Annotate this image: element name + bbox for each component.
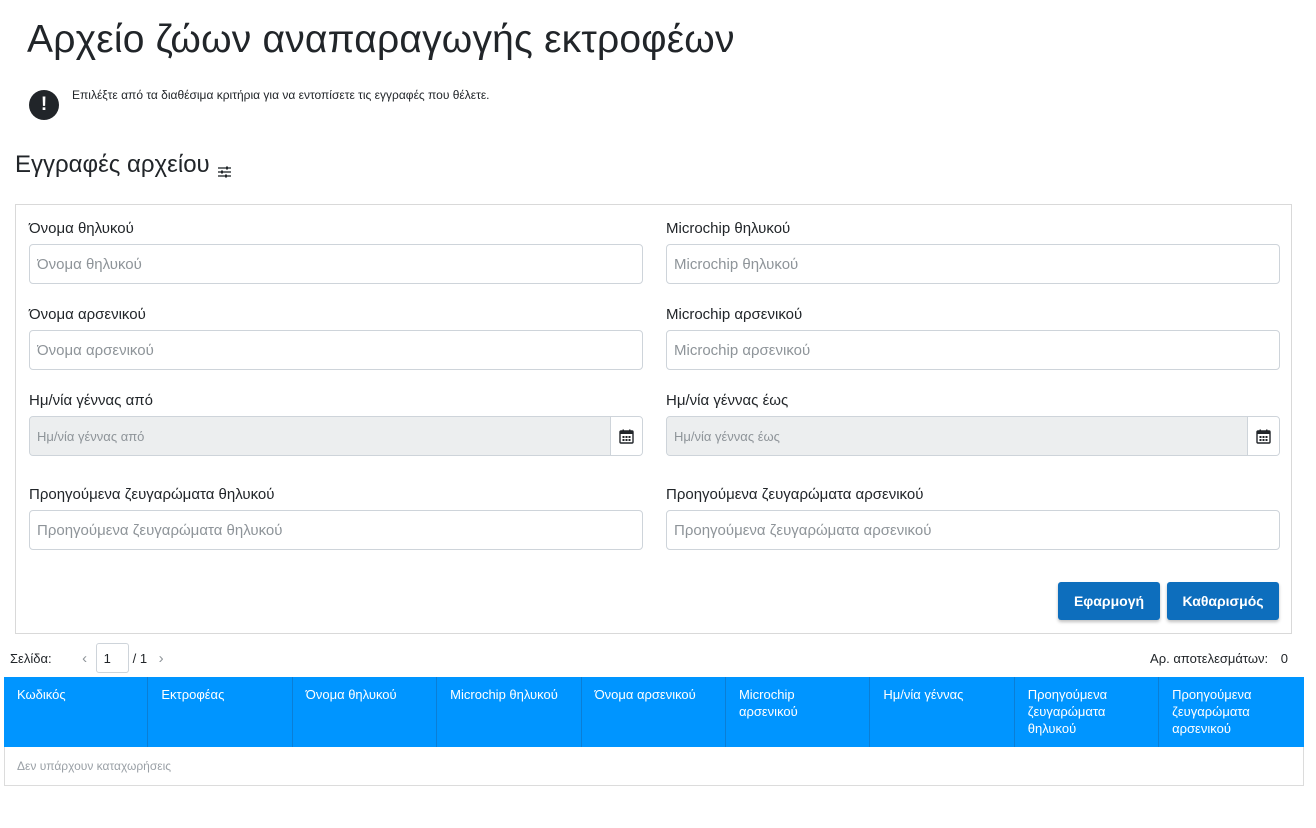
male-name-input[interactable] — [29, 330, 643, 370]
exclamation-icon: ! — [29, 90, 59, 120]
male-microchip-input[interactable] — [666, 330, 1280, 370]
section-title: Εγγραφές αρχείου — [15, 151, 232, 179]
birth-to-label: Ημ/νία γέννας έως — [666, 392, 789, 409]
page-label: Σελίδα: — [10, 650, 52, 666]
notice-text: Επιλέξτε από τα διαθέσιμα κριτήρια για ν… — [72, 88, 490, 102]
column-header-birth-date[interactable]: Ημ/νία γέννας — [870, 677, 1015, 747]
female-name-label: Όνομα θηλυκού — [29, 220, 134, 237]
birth-to-input[interactable] — [667, 417, 1247, 455]
pager: Σελίδα: ‹ / 1 › — [10, 643, 169, 673]
female-microchip-input[interactable] — [666, 244, 1280, 284]
female-prev-matings-input[interactable] — [29, 510, 643, 550]
column-header-code[interactable]: Κωδικός — [4, 677, 149, 747]
results-count: Αρ. αποτελεσμάτων: 0 — [1150, 651, 1288, 666]
calendar-icon[interactable] — [610, 417, 642, 455]
info-notice: ! Επιλέξτε από τα διαθέσιμα κριτήρια για… — [29, 88, 490, 120]
female-microchip-label: Microchip θηλυκού — [666, 220, 791, 237]
column-header-male-prev-matings[interactable]: Προηγούμενα ζευγαρώματα αρσενικού — [1159, 677, 1303, 747]
birth-from-input[interactable] — [30, 417, 610, 455]
column-header-female-prev-matings[interactable]: Προηγούμενα ζευγαρώματα θηλυκού — [1015, 677, 1160, 747]
clear-button[interactable]: Καθαρισμός — [1167, 582, 1279, 620]
results-label: Αρ. αποτελεσμάτων: — [1150, 651, 1269, 666]
column-header-female-microchip[interactable]: Microchip θηλυκού — [437, 677, 582, 747]
female-prev-matings-label: Προηγούμενα ζευγαρώματα θηλυκού — [29, 486, 275, 503]
page-total: / 1 — [132, 650, 148, 666]
calendar-icon[interactable] — [1247, 417, 1279, 455]
column-header-female-name[interactable]: Όνομα θηλυκού — [293, 677, 438, 747]
results-table: Κωδικός Εκτροφέας Όνομα θηλυκού Microchi… — [4, 677, 1304, 786]
male-prev-matings-label: Προηγούμενα ζευγαρώματα αρσενικού — [666, 486, 924, 503]
empty-table-message: Δεν υπάρχουν καταχωρήσεις — [4, 747, 1304, 786]
column-header-male-name[interactable]: Όνομα αρσενικού — [582, 677, 726, 747]
filter-panel: Όνομα θηλυκού Microchip θηλυκού Όνομα αρ… — [15, 204, 1292, 634]
table-header: Κωδικός Εκτροφέας Όνομα θηλυκού Microchi… — [4, 677, 1304, 747]
birth-from-field — [29, 416, 643, 456]
column-header-male-microchip[interactable]: Microchip αρσενικού — [726, 677, 871, 747]
results-value: 0 — [1280, 651, 1288, 666]
male-prev-matings-input[interactable] — [666, 510, 1280, 550]
next-page-icon[interactable]: › — [153, 650, 169, 667]
birth-from-label: Ημ/νία γέννας από — [29, 392, 153, 409]
sliders-icon[interactable] — [217, 158, 232, 177]
section-title-text: Εγγραφές αρχείου — [15, 151, 210, 178]
male-name-label: Όνομα αρσενικού — [29, 306, 146, 323]
apply-button[interactable]: Εφαρμογή — [1058, 582, 1160, 620]
female-name-input[interactable] — [29, 244, 643, 284]
prev-page-icon[interactable]: ‹ — [77, 650, 93, 667]
birth-to-field — [666, 416, 1280, 456]
column-header-breeder[interactable]: Εκτροφέας — [148, 677, 293, 747]
page-number-input[interactable] — [95, 643, 129, 673]
page-title: Αρχείο ζώων αναπαραγωγής εκτροφέων — [27, 18, 735, 61]
male-microchip-label: Microchip αρσενικού — [666, 306, 803, 323]
